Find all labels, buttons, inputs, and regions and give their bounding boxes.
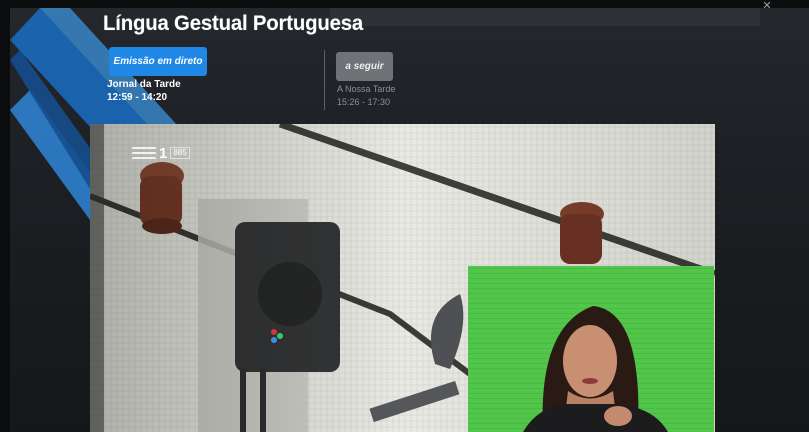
top-info-strip — [330, 8, 760, 26]
live-broadcast-button[interactable]: Emissão em direto — [109, 47, 207, 76]
close-icon[interactable]: ✕ — [760, 0, 774, 12]
screen-bezel-top — [0, 0, 809, 8]
next-program-name: A Nossa Tarde — [337, 84, 396, 94]
next-program-time: 15:26 - 17:30 — [337, 97, 391, 107]
current-program-time: 12:59 - 14:20 — [107, 92, 168, 103]
current-program-name: Jornal da Tarde — [107, 79, 181, 90]
up-next-button[interactable]: a seguir — [336, 52, 393, 81]
rtp-stripes-icon — [132, 147, 156, 159]
tv-screen: ✕ Língua Gestual Portuguesa Emissão em d… — [0, 0, 809, 432]
screen-bezel-left — [0, 0, 10, 432]
channel-logo: 1 885 — [132, 145, 190, 161]
channel-number: 1 — [159, 144, 168, 162]
channel-code: 885 — [170, 147, 190, 159]
interpreter-image — [468, 266, 714, 432]
program-divider — [324, 50, 325, 110]
sign-language-interpreter-window — [468, 266, 714, 432]
page-title: Língua Gestual Portuguesa — [103, 12, 364, 35]
